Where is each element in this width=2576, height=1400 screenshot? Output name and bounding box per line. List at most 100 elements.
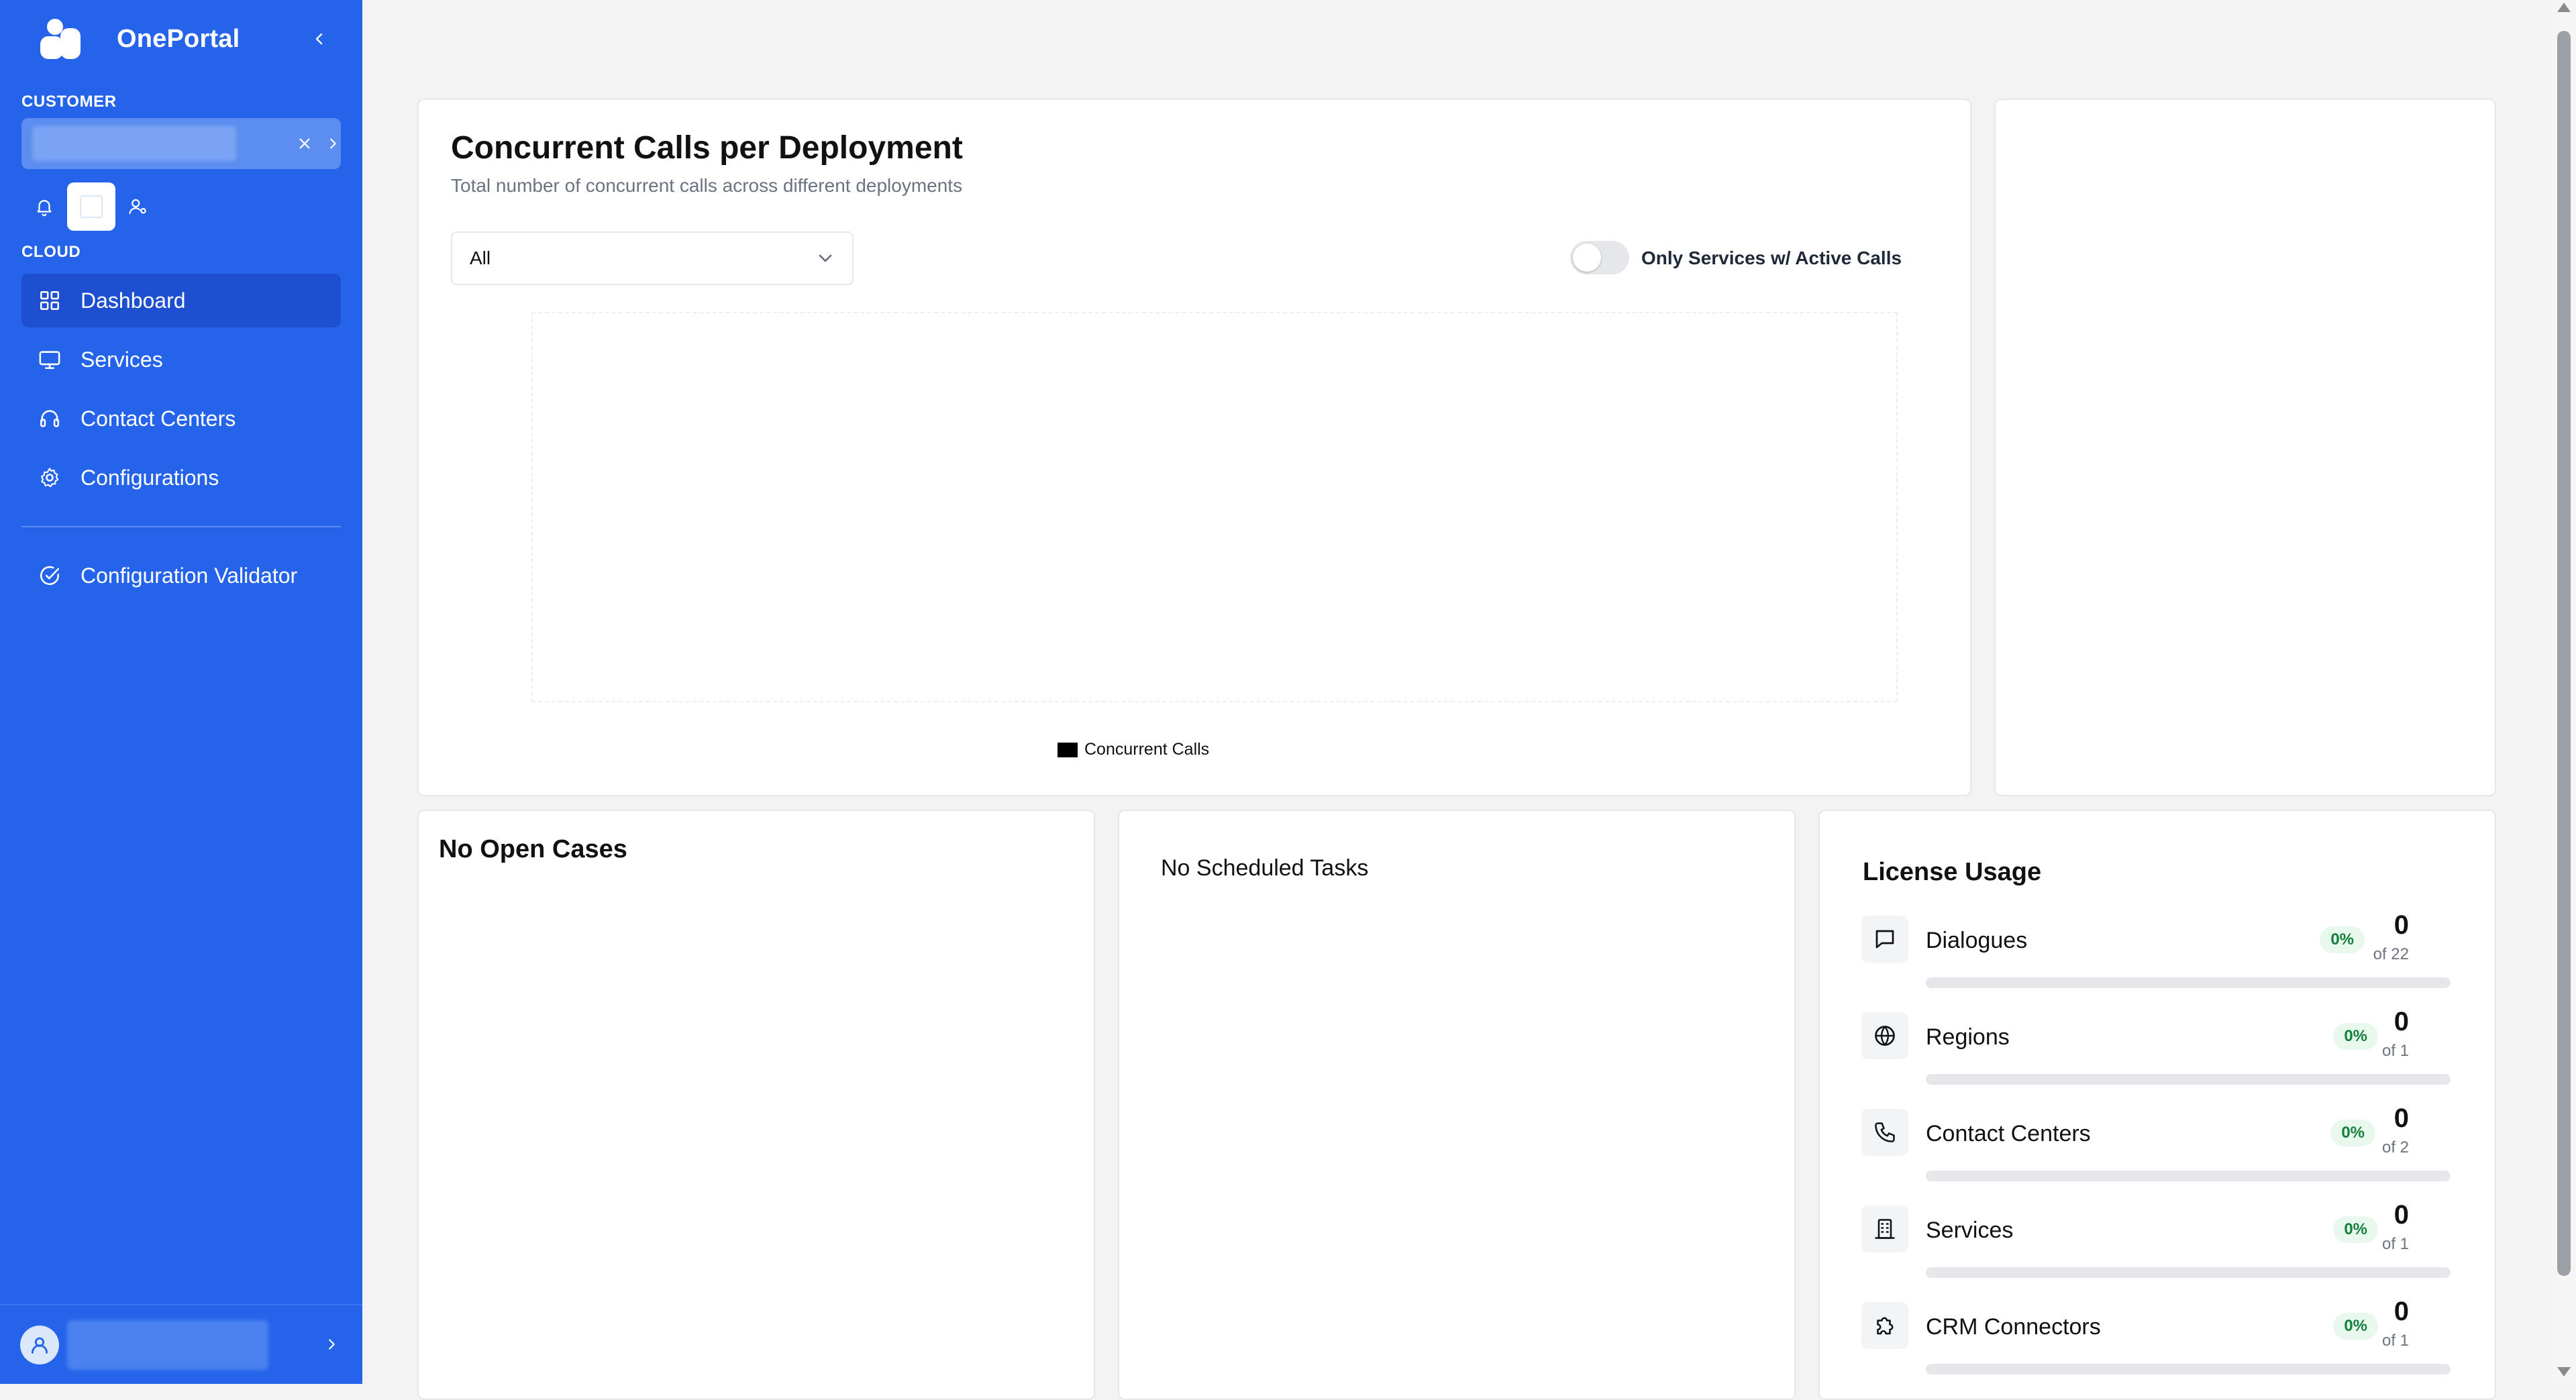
- notifications-button[interactable]: [30, 192, 59, 221]
- license-total: of 1: [2381, 1235, 2409, 1253]
- user-menu-open-button[interactable]: [319, 1332, 344, 1356]
- customer-name-redacted: [32, 126, 236, 161]
- license-total: of 1: [2381, 1042, 2409, 1060]
- scheduled-tasks-empty: No Scheduled Tasks: [1161, 855, 1369, 881]
- nav-label: Configuration Validator: [81, 563, 298, 588]
- scheduled-tasks-card: No Scheduled Tasks: [1118, 810, 1796, 1400]
- chevron-right-icon: [329, 1339, 335, 1350]
- chevron-down-icon: [819, 254, 832, 262]
- monitor-icon: [36, 346, 63, 373]
- license-name: Regions: [1926, 1024, 2010, 1050]
- customer-section-label: CUSTOMER: [21, 93, 117, 111]
- license-progress-bar: [1926, 1171, 2451, 1181]
- user-gear-icon: [129, 199, 146, 215]
- square-icon: [80, 195, 103, 218]
- license-count: 0: [2393, 1200, 2409, 1230]
- license-name: Contact Centers: [1926, 1121, 2091, 1146]
- license-percent-badge: 0%: [2333, 1313, 2378, 1340]
- license-row-dialogues: Dialogues 0% 0 of 22: [1861, 910, 2453, 1012]
- scroll-down-arrow-icon[interactable]: [2557, 1367, 2571, 1377]
- active-calls-toggle[interactable]: [1570, 241, 1629, 274]
- oneportal-logo-icon: [40, 19, 83, 59]
- page-scrollbar[interactable]: [2552, 0, 2576, 1384]
- chevron-right-icon: [330, 138, 336, 149]
- user-name-redacted: [67, 1320, 268, 1370]
- close-icon: [299, 138, 310, 149]
- license-row-regions: Regions 0% 0 of 1: [1861, 1007, 2453, 1109]
- brand[interactable]: OnePortal: [40, 19, 240, 59]
- scroll-up-arrow-icon[interactable]: [2557, 3, 2571, 12]
- scrollbar-thumb[interactable]: [2557, 31, 2571, 1276]
- open-cases-title: No Open Cases: [439, 835, 627, 863]
- side-panel-card: [1994, 99, 2496, 796]
- cloud-section-label: CLOUD: [21, 243, 81, 261]
- clear-customer-button[interactable]: [294, 133, 315, 154]
- avatar[interactable]: [20, 1326, 59, 1364]
- customer-view-button[interactable]: [67, 182, 115, 231]
- license-usage-title: License Usage: [1863, 858, 2042, 886]
- customer-selector[interactable]: [21, 118, 341, 169]
- license-progress-bar: [1926, 1364, 2451, 1375]
- chart-plot-area: [531, 312, 1898, 702]
- chat-icon: [1861, 916, 1908, 963]
- nav-label: Contact Centers: [81, 406, 236, 431]
- license-count: 0: [2393, 1297, 2409, 1326]
- nav-label: Services: [81, 347, 163, 372]
- grid-icon: [36, 287, 63, 314]
- license-row-services: Services 0% 0 of 1: [1861, 1200, 2453, 1302]
- phone-icon: [1861, 1109, 1908, 1156]
- concurrent-calls-card: Concurrent Calls per Deployment Total nu…: [417, 99, 1971, 796]
- chart-subtitle: Total number of concurrent calls across …: [451, 175, 963, 196]
- chart-title: Concurrent Calls per Deployment: [451, 130, 963, 166]
- nav-configurations[interactable]: Configurations: [21, 451, 341, 504]
- collapse-sidebar-button[interactable]: [307, 27, 331, 51]
- license-name: Services: [1926, 1218, 2014, 1243]
- sidebar: OnePortal CUSTOMER CLOUD Dashboard Servi…: [0, 0, 362, 1384]
- license-usage-card: License Usage Dialogues 0% 0 of 22 Regio…: [1818, 810, 2496, 1400]
- license-percent-badge: 0%: [2330, 1120, 2375, 1146]
- active-calls-toggle-label: Only Services w/ Active Calls: [1641, 248, 1902, 268]
- app-title: OnePortal: [117, 24, 240, 53]
- globe-icon: [1861, 1012, 1908, 1059]
- building-icon: [1861, 1205, 1908, 1252]
- license-name: Dialogues: [1926, 928, 2028, 953]
- nav-dashboard[interactable]: Dashboard: [21, 274, 341, 327]
- license-row-contact-centers: Contact Centers 0% 0 of 2: [1861, 1103, 2453, 1205]
- nav-services[interactable]: Services: [21, 333, 341, 386]
- chevron-left-icon: [315, 33, 323, 45]
- nav-configuration-validator[interactable]: Configuration Validator: [21, 549, 341, 602]
- license-name: CRM Connectors: [1926, 1314, 2101, 1340]
- user-icon: [31, 1337, 48, 1354]
- check-circle-icon: [36, 562, 63, 589]
- nav-label: Configurations: [81, 465, 219, 490]
- bell-icon: [37, 200, 52, 217]
- license-count: 0: [2393, 1007, 2409, 1036]
- license-count: 0: [2393, 910, 2409, 940]
- license-percent-badge: 0%: [2320, 926, 2365, 953]
- license-total: of 1: [2381, 1332, 2409, 1350]
- user-menu[interactable]: [0, 1304, 362, 1385]
- license-percent-badge: 0%: [2333, 1023, 2378, 1050]
- user-settings-button[interactable]: [123, 192, 153, 221]
- quick-actions: [30, 182, 153, 231]
- customer-open-button[interactable]: [322, 133, 344, 154]
- chart-legend: Concurrent Calls: [1058, 740, 1209, 759]
- gear-icon: [36, 464, 63, 491]
- deployment-select-value: All: [470, 248, 491, 268]
- headset-icon: [36, 405, 63, 432]
- nav-divider: [21, 526, 341, 527]
- nav-label: Dashboard: [81, 288, 186, 313]
- license-total: of 22: [2373, 945, 2409, 963]
- license-percent-badge: 0%: [2333, 1216, 2378, 1243]
- open-cases-card: No Open Cases: [417, 810, 1095, 1400]
- puzzle-icon: [1861, 1302, 1908, 1349]
- license-progress-bar: [1926, 1267, 2451, 1278]
- license-progress-bar: [1926, 977, 2451, 988]
- legend-label: Concurrent Calls: [1084, 740, 1210, 759]
- legend-swatch: [1058, 742, 1078, 757]
- license-total: of 2: [2381, 1138, 2409, 1156]
- nav-contact-centers[interactable]: Contact Centers: [21, 392, 341, 445]
- license-count: 0: [2393, 1103, 2409, 1133]
- license-row-crm-connectors: CRM Connectors 0% 0 of 1: [1861, 1297, 2453, 1399]
- deployment-select[interactable]: All: [451, 231, 854, 285]
